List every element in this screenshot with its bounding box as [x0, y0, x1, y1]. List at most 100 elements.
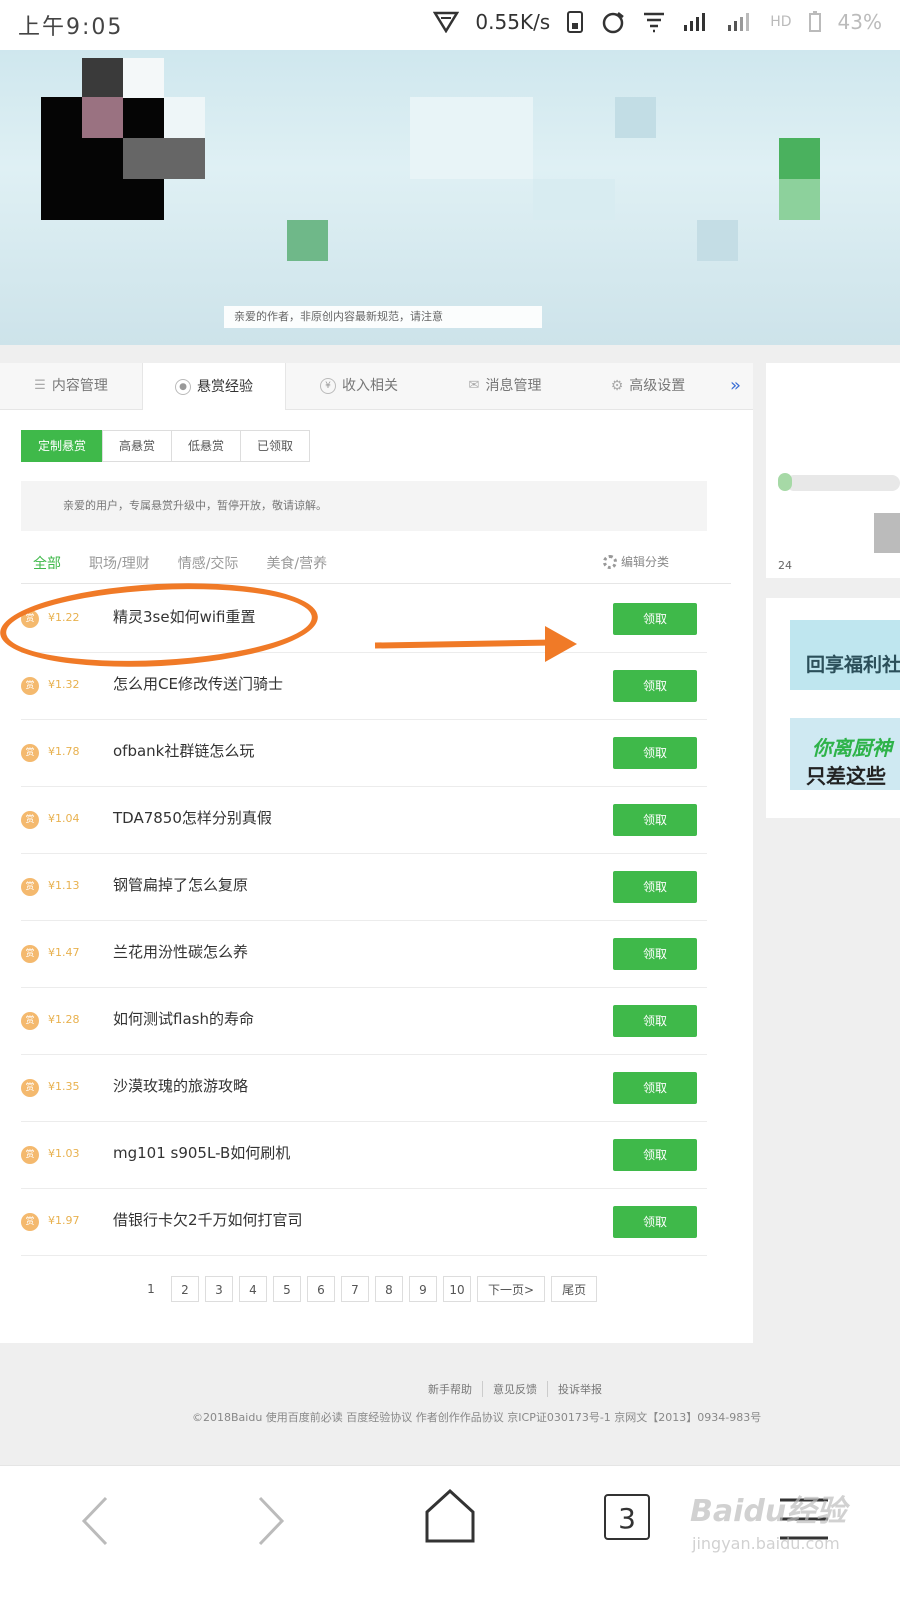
page-4[interactable]: 4	[239, 1276, 267, 1302]
sim-icon	[567, 11, 584, 33]
banner: 亲爱的作者，非原创内容最新规范，请注意	[0, 50, 900, 345]
claim-button[interactable]: 领取	[613, 670, 697, 702]
footer-link-feedback[interactable]: 意见反馈	[483, 1381, 548, 1397]
banner-blur-block	[123, 138, 205, 179]
signal-icon	[684, 13, 706, 31]
wifi-icon	[644, 12, 665, 33]
page-9[interactable]: 9	[409, 1276, 437, 1302]
page-1[interactable]: 1	[137, 1276, 165, 1302]
banner-blur-block	[533, 179, 615, 220]
list-item: 赏 ¥1.13 钢管扁掉了怎么复原 领取	[21, 854, 707, 921]
tab-advanced-settings[interactable]: ⚙ 高级设置	[578, 363, 718, 409]
edit-category-label: 编辑分类	[620, 555, 669, 569]
category-emotion-social[interactable]: 情感/交际	[178, 553, 239, 573]
promo-banner-chef[interactable]: 你离厨神 只差这些	[790, 718, 900, 790]
sidebar-stats: 24	[766, 363, 900, 578]
banner-blur-block	[82, 97, 123, 138]
coin-icon: 赏	[21, 945, 39, 963]
sidebar-blur-dot	[778, 473, 792, 491]
home-icon[interactable]	[424, 1488, 476, 1544]
banner-blur-block	[779, 179, 820, 220]
footer-link-help[interactable]: 新手帮助	[418, 1381, 483, 1397]
reward-amount: ¥1.28	[48, 1013, 80, 1026]
coin-icon: 赏	[21, 1146, 39, 1164]
baidu-watermark: Baidu经验 jingyan.baidu.com	[690, 1486, 846, 1553]
page-6[interactable]: 6	[307, 1276, 335, 1302]
coin-icon: 赏	[21, 811, 39, 829]
subtab-custom-reward[interactable]: 定制悬赏	[21, 430, 104, 462]
claim-button[interactable]: 领取	[613, 871, 697, 903]
tab-content-manage[interactable]: ☰ 内容管理	[0, 363, 142, 409]
last-page-button[interactable]: 尾页	[551, 1276, 598, 1302]
list-item: 赏 ¥1.78 ofbank社群链怎么玩 领取	[21, 720, 707, 787]
claim-button[interactable]: 领取	[613, 737, 697, 769]
question-title[interactable]: ofbank社群链怎么玩	[113, 740, 254, 761]
question-title[interactable]: 沙漠玫瑰的旅游攻略	[113, 1075, 248, 1096]
claim-button[interactable]: 领取	[613, 1139, 697, 1171]
page-10[interactable]: 10	[443, 1276, 471, 1302]
claim-button[interactable]: 领取	[613, 804, 697, 836]
browser-nav-bar: 3 Baidu经验 jingyan.baidu.com	[0, 1465, 900, 1601]
question-title[interactable]: 钢管扁掉了怎么复原	[113, 874, 248, 895]
promo-banner-welfare[interactable]: 回享福利社	[790, 620, 900, 690]
question-title[interactable]: 怎么用CE修改传送门骑士	[113, 673, 283, 694]
tab-label: 悬赏经验	[197, 378, 253, 395]
tab-more-button[interactable]: »	[718, 363, 753, 409]
list-item: 赏 ¥1.97 借银行卡欠2千万如何打官司 领取	[21, 1189, 707, 1256]
page-7[interactable]: 7	[341, 1276, 369, 1302]
edit-category-button[interactable]: 编辑分类	[602, 553, 669, 570]
forward-icon[interactable]	[256, 1496, 286, 1546]
banner-blur-block	[697, 220, 738, 261]
back-icon[interactable]	[80, 1496, 110, 1546]
footer-links: 新手帮助 意见反馈 投诉举报	[418, 1381, 612, 1397]
list-item: 赏 ¥1.47 兰花用汾性碳怎么养 领取	[21, 921, 707, 988]
list-item: 赏 ¥1.35 沙漠玫瑰的旅游攻略 领取	[21, 1055, 707, 1122]
claim-button[interactable]: 领取	[613, 1072, 697, 1104]
coin-icon: 赏	[21, 1079, 39, 1097]
reward-amount: ¥1.35	[48, 1080, 80, 1093]
sidebar-blur-bar	[786, 475, 900, 491]
question-title[interactable]: 如何测试flash的寿命	[113, 1008, 254, 1029]
question-title[interactable]: 兰花用汾性碳怎么养	[113, 941, 248, 962]
watermark-url: jingyan.baidu.com	[692, 1534, 840, 1553]
question-title[interactable]: 借银行卡欠2千万如何打官司	[113, 1209, 303, 1230]
coin-icon: 赏	[21, 677, 39, 695]
tab-messages[interactable]: ✉ 消息管理	[432, 363, 578, 409]
subtab-claimed[interactable]: 已领取	[240, 430, 311, 462]
claim-button[interactable]: 领取	[613, 1005, 697, 1037]
banner-blur-block	[615, 97, 656, 138]
page-8[interactable]: 8	[375, 1276, 403, 1302]
category-food-nutrition[interactable]: 美食/营养	[266, 553, 327, 573]
claim-button[interactable]: 领取	[613, 938, 697, 970]
sidebar-number: 24	[778, 559, 792, 572]
page-5[interactable]: 5	[273, 1276, 301, 1302]
claim-button[interactable]: 领取	[613, 603, 697, 635]
footer-copyright: ©2018Baidu 使用百度前必读 百度经验协议 作者创作作品协议 京ICP证…	[192, 1411, 762, 1424]
subtab-low-reward[interactable]: 低悬赏	[171, 430, 242, 462]
tabs-count-button[interactable]: 3	[604, 1494, 650, 1540]
question-title[interactable]: TDA7850怎样分别真假	[113, 807, 272, 828]
reward-subtabs: 定制悬赏 高悬赏 低悬赏 已领取	[21, 430, 311, 462]
category-all[interactable]: 全部	[33, 553, 61, 573]
banner-blur-block	[779, 138, 820, 179]
category-career-finance[interactable]: 职场/理财	[89, 553, 150, 573]
reward-amount: ¥1.78	[48, 745, 80, 758]
question-title[interactable]: mg101 s905L-B如何刷机	[113, 1142, 290, 1163]
promo-text: 你离厨神	[812, 736, 892, 760]
footer-link-report[interactable]: 投诉举报	[548, 1381, 612, 1397]
banner-blur-block	[123, 58, 164, 98]
tab-income[interactable]: ¥ 收入相关	[286, 363, 432, 409]
alarm-icon	[602, 12, 625, 34]
sidebar-promos: 回享福利社 你离厨神 只差这些	[766, 598, 900, 818]
tab-reward-experience[interactable]: ● 悬赏经验	[142, 363, 286, 410]
page-3[interactable]: 3	[205, 1276, 233, 1302]
page-2[interactable]: 2	[171, 1276, 199, 1302]
status-bar: 上午9:05 0.55K/s HD 43%	[0, 0, 900, 50]
subtab-high-reward[interactable]: 高悬赏	[102, 430, 173, 462]
next-page-button[interactable]: 下一页>	[477, 1276, 546, 1302]
gear-icon	[602, 554, 617, 569]
claim-button[interactable]: 领取	[613, 1206, 697, 1238]
banner-blur-block	[82, 58, 123, 98]
tab-label: 高级设置	[629, 378, 686, 394]
coin-icon: 赏	[21, 744, 39, 762]
